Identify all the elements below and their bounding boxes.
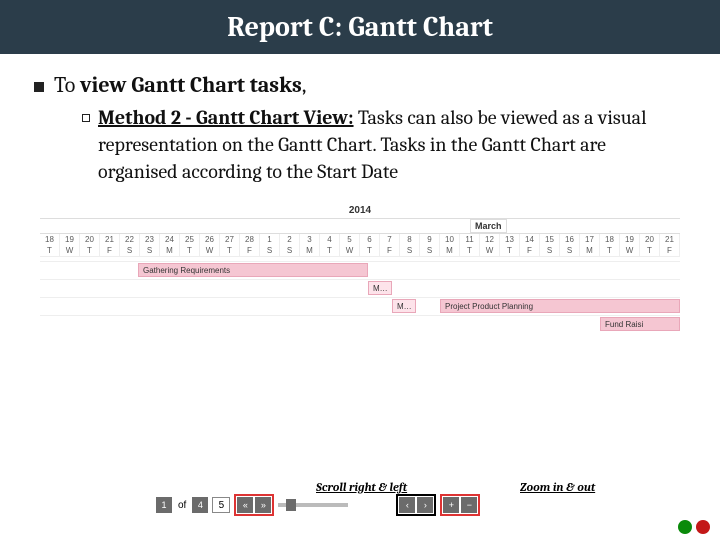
gantt-bar-m1: M… [368,281,392,295]
nav-prev-button[interactable]: ‹ [399,497,415,513]
bullet-prefix: To [54,72,80,98]
nav-back-icon[interactable] [696,520,710,534]
zoom-out-button[interactable]: − [461,497,477,513]
scroll-slider[interactable] [278,503,348,507]
page-current-button[interactable]: 1 [156,497,172,513]
square-bullet-icon [34,82,44,92]
title-band: Report C: Gantt Chart [0,0,720,54]
gantt-day-row: 1819202122232425262728123456789101112131… [40,234,680,245]
gantt-pager: 1 of 4 « » ‹ › + − [156,494,480,516]
annotation-zoom: Zoom in & out [520,480,595,494]
gantt-bar-planning: Project Product Planning [440,299,680,313]
gantt-chart: 2014 March 18192021222324252627281234567… [34,203,686,331]
nav-next-button[interactable]: › [417,497,433,513]
slide-body: To view Gantt Chart tasks, Method 2 - Ga… [0,54,720,331]
rows-per-page-input[interactable] [212,497,230,513]
gantt-month-label: March [470,219,507,233]
annotation-scroll: Scroll right & left [316,480,407,494]
gantt-bar-m2: M… [392,299,416,313]
sub-bullet-text: Method 2 - Gantt Chart View: Tasks can a… [98,104,686,185]
zoom-button-group: + − [440,494,480,516]
slide-nav-dots [678,520,710,534]
zoom-in-button[interactable]: + [443,497,459,513]
hollow-square-bullet-icon [82,114,90,122]
gantt-bar-gathering: Gathering Requirements [138,263,368,277]
main-bullet: To view Gantt Chart tasks, [34,72,686,98]
nav-button-group: ‹ › [396,494,436,516]
bullet-suffix: , [302,72,307,98]
page-of-label: of [176,500,188,511]
main-bullet-text: To view Gantt Chart tasks, [54,72,306,98]
nav-forward-icon[interactable] [678,520,692,534]
gantt-bars-area: Gathering Requirements M… Project Produc… [40,261,680,331]
gantt-dow-row: TWTFSSMTWTFSSMTWTFSSMTWTFSSMTWTF [40,245,680,257]
gantt-year: 2014 [40,203,680,219]
gantt-bar-fundraise: Fund Raisi [600,317,680,331]
sub-bullet-row: Method 2 - Gantt Chart View: Tasks can a… [82,104,686,185]
scroll-right-button[interactable]: » [255,497,271,513]
scroll-left-button[interactable]: « [237,497,253,513]
gantt-month-row: March [40,219,680,234]
slider-knob-icon[interactable] [286,499,296,511]
scroll-button-group: « » [234,494,274,516]
slide: Report C: Gantt Chart To view Gantt Char… [0,0,720,540]
slide-title: Report C: Gantt Chart [227,11,493,43]
sub-heading: Method 2 - Gantt Chart View: [98,106,354,129]
page-total-button: 4 [192,497,208,513]
bullet-emph: view Gantt Chart tasks [80,72,302,98]
